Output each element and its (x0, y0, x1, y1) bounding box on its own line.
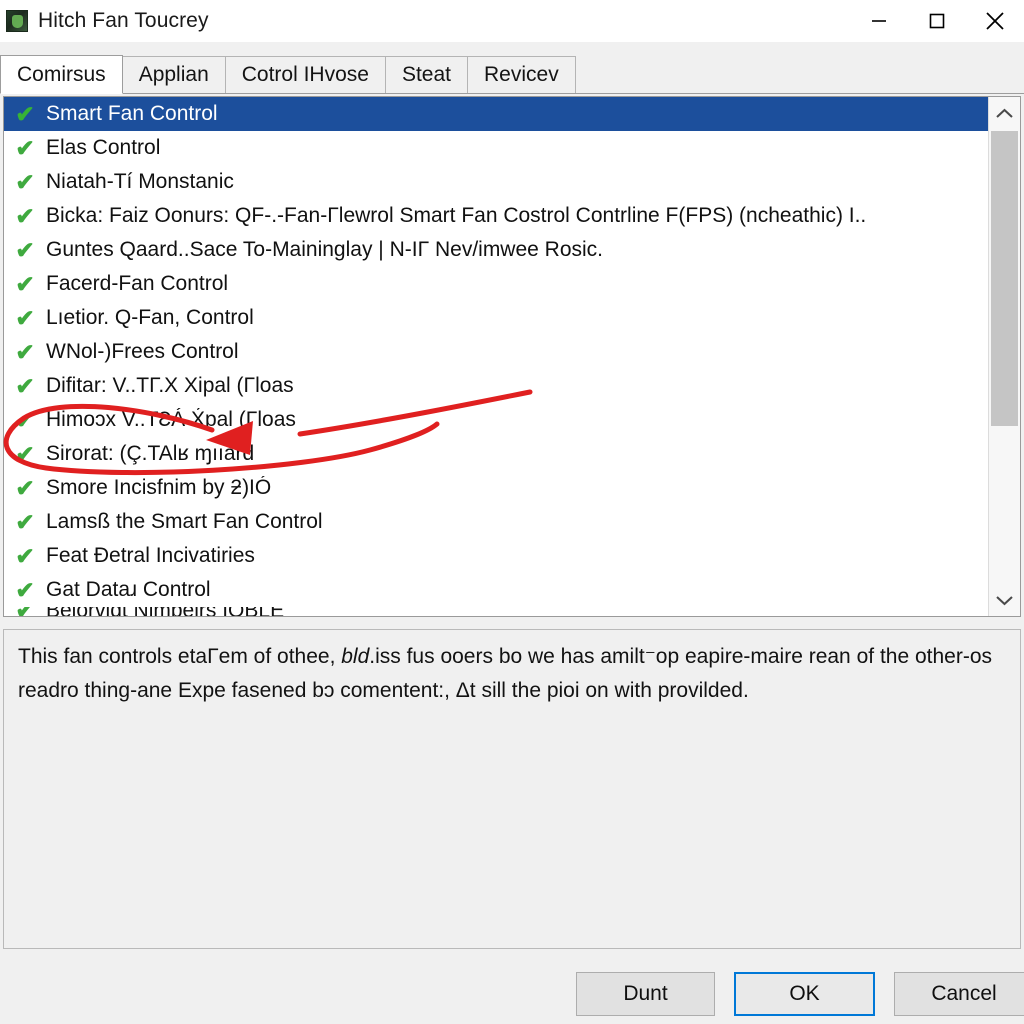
check-icon: ✔ (15, 508, 35, 535)
list-item-label: Niatah-Tí Monstanic (46, 170, 234, 193)
list-item[interactable]: ✔ Elas Control (4, 131, 988, 165)
list-item[interactable]: ✔ WNol-)Frees Control (4, 335, 988, 369)
list-item[interactable]: ✔ Gat Dataɹ Control (4, 573, 988, 607)
app-icon (6, 10, 28, 32)
window-controls (850, 0, 1024, 42)
vertical-scrollbar[interactable] (988, 97, 1020, 616)
scroll-up-icon[interactable] (989, 97, 1020, 129)
description-line3: provilded. (657, 679, 749, 702)
list-item[interactable]: ✔ Lamsß the Smart Fan Control (4, 505, 988, 539)
tab-cotrol-ihvose[interactable]: Cotrol IHvose (224, 56, 386, 93)
list-item-label: Smore Incisfnim by ƻ)IÓ (46, 476, 272, 499)
list-item-label: WNol-)Frees Control (46, 340, 239, 363)
list-item[interactable]: ✔ Smart Fan Control (4, 97, 988, 131)
check-icon: ✔ (15, 406, 35, 433)
check-icon: ✔ (15, 338, 35, 365)
check-icon: ✔ (15, 270, 35, 297)
feature-list-box[interactable]: ✔ Smart Fan Control ✔ Elas Control ✔ Nia… (3, 96, 1021, 617)
list-item[interactable]: ✔ Niatah-Tí Monstanic (4, 165, 988, 199)
check-icon: ✔ (15, 542, 35, 569)
tab-label: Comirsus (17, 62, 106, 86)
list-item[interactable]: ✔ Himoɔx V..TƐÁ X́pal (Γloas (4, 403, 988, 437)
list-item-label: Difitar: V..TΓ.X Xipal (Γloas (46, 374, 294, 397)
application-window: Hitch Fan Toucrey Comirsus Applian Cotro… (0, 0, 1024, 1024)
check-icon: ✔ (15, 372, 35, 399)
list-item[interactable]: ✔ Belorvidt Nimbeirs IOBLE (4, 607, 988, 616)
minimize-icon[interactable] (850, 0, 908, 42)
check-icon: ✔ (15, 236, 35, 263)
list-item-highlighted[interactable]: ✔ Sirorat: (Ç.TAlʁ ɱııard (4, 437, 988, 471)
maximize-icon[interactable] (908, 0, 966, 42)
list-item[interactable]: ✔ Bicka: Faiz Oonurs: QF-.-Fan-Γlewrol S… (4, 199, 988, 233)
tab-revicev[interactable]: Revicev (467, 56, 576, 93)
check-icon: ✔ (15, 304, 35, 331)
ok-button[interactable]: OK (734, 972, 875, 1016)
description-line1-a: This fan controls etaΓem of othee, (18, 645, 342, 668)
window-title: Hitch Fan Toucrey (38, 9, 209, 32)
check-icon: ✔ (15, 168, 35, 195)
list-item[interactable]: ✔ Lıetior. Q-Fan, Control (4, 301, 988, 335)
list-item-label: Sirorat: (Ç.TAlʁ ɱııard (46, 442, 255, 465)
list-item-label: Himoɔx V..TƐÁ X́pal (Γloas (46, 408, 296, 431)
check-icon: ✔ (12, 607, 38, 616)
list-item-label: Bicka: Faiz Oonurs: QF-.-Fan-Γlewrol Sma… (46, 204, 867, 227)
list-item[interactable]: ✔ Feat Ɖetral Incivatiries (4, 539, 988, 573)
tab-label: Applian (138, 63, 209, 86)
description-line1-emphasis: bld (341, 645, 370, 668)
description-panel: This fan controls etaΓem of othee, bld.i… (3, 629, 1021, 949)
list-item-label: Elas Control (46, 136, 161, 159)
cancel-button[interactable]: Cancel (894, 972, 1024, 1016)
check-icon: ✔ (15, 440, 35, 467)
title-bar: Hitch Fan Toucrey (0, 0, 1024, 42)
scrollbar-thumb[interactable] (991, 131, 1018, 426)
description-text: This fan controls etaΓem of othee, bld.i… (18, 640, 1006, 708)
list-item[interactable]: ✔ Guntes Qaard..Sace To-Maininglay | N-I… (4, 233, 988, 267)
tab-applian[interactable]: Applian (121, 56, 226, 93)
feature-list: ✔ Smart Fan Control ✔ Elas Control ✔ Nia… (4, 97, 988, 616)
tab-label: Steat (401, 63, 452, 86)
check-icon: ✔ (15, 100, 35, 127)
scroll-down-icon[interactable] (989, 584, 1020, 616)
check-icon: ✔ (15, 576, 35, 603)
list-item-label: Belorvidt Nimbeirs IOBLE (46, 607, 284, 616)
apply-button[interactable]: Dunt (576, 972, 715, 1016)
list-item[interactable]: ✔ Facerd-Fan Control (4, 267, 988, 301)
list-item-label: Gat Dataɹ Control (46, 578, 211, 601)
tab-label: Cotrol IHvose (241, 63, 369, 86)
list-item-label: Smart Fan Control (46, 102, 218, 125)
list-item-label: Facerd-Fan Control (46, 272, 229, 295)
list-item-label: Lamsß the Smart Fan Control (46, 510, 323, 533)
list-item-label: Feat Ɖetral Incivatiries (46, 544, 255, 567)
list-item[interactable]: ✔ Difitar: V..TΓ.X Xipal (Γloas (4, 369, 988, 403)
check-icon: ✔ (15, 474, 35, 501)
tab-steat[interactable]: Steat (384, 56, 469, 93)
tab-strip: Comirsus Applian Cotrol IHvose Steat Rev… (0, 55, 1024, 94)
tab-comirsus[interactable]: Comirsus (0, 55, 123, 94)
list-item-label: Guntes Qaard..Sace To-Maininglay | N-IΓ … (46, 238, 604, 261)
check-icon: ✔ (15, 134, 35, 161)
close-icon[interactable] (966, 0, 1024, 42)
description-line1-b: .iss fus ooers bo we has amilt⁻op eapire… (369, 645, 851, 668)
tab-label: Revicev (484, 63, 559, 86)
list-item-label: Lıetior. Q-Fan, Control (46, 306, 254, 329)
check-icon: ✔ (15, 202, 35, 229)
list-item[interactable]: ✔ Smore Incisfnim by ƻ)IÓ (4, 471, 988, 505)
